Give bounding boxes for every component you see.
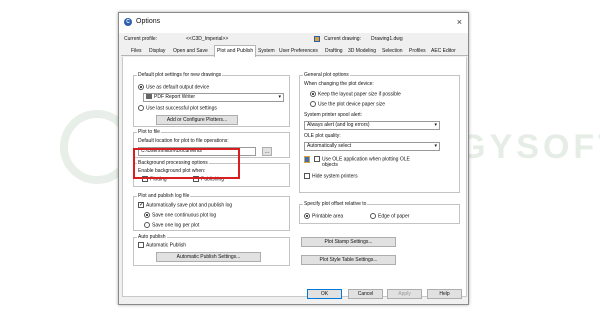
browse-button[interactable]: ...: [262, 147, 272, 156]
tab-user-preferences[interactable]: User Preferences: [279, 47, 318, 56]
ole-quality-select[interactable]: Automatically select ▾: [304, 142, 440, 151]
ole-app-icon: [304, 156, 310, 164]
use-default-device-option[interactable]: Use as default output device: [138, 84, 209, 91]
use-device-paper-option[interactable]: Use the plot device paper size: [310, 101, 385, 108]
use-ole-application-label-cont: objects: [322, 162, 338, 168]
when-changing-device-label: When changing the plot device:: [304, 81, 374, 87]
group-title: Specify plot offset relative to: [303, 201, 368, 208]
auto-save-log-checkbox[interactable]: Automatically save plot and publish log: [138, 201, 232, 209]
printable-area-option[interactable]: Printable area: [304, 213, 343, 220]
current-profile-value: <<C3D_Imperial>>: [186, 36, 229, 42]
radio-icon[interactable]: [144, 212, 150, 218]
group-title: Plot and publish log file: [137, 193, 191, 200]
current-drawing-value: Drawing1.dwg: [371, 36, 403, 42]
radio-icon[interactable]: [310, 91, 316, 97]
one-continuous-log-option[interactable]: Save one continuous plot log: [144, 212, 216, 219]
checkbox-icon[interactable]: [138, 201, 144, 209]
edge-of-paper-option[interactable]: Edge of paper: [370, 213, 409, 220]
radio-icon[interactable]: [304, 213, 310, 219]
tab-open-and-save[interactable]: Open and Save: [173, 47, 208, 56]
plot-offset-group: Specify plot offset relative to Printabl…: [299, 201, 460, 224]
current-profile-label: Current profile:: [124, 36, 158, 42]
radio-icon[interactable]: [138, 84, 144, 90]
cancel-button[interactable]: Cancel: [348, 289, 383, 299]
checkbox-icon[interactable]: [304, 173, 310, 179]
chevron-down-icon: ▾: [434, 122, 437, 128]
plot-stamp-settings-button[interactable]: Plot Stamp Settings...: [301, 237, 396, 247]
add-configure-plotters-button[interactable]: Add or Configure Plotters...: [156, 115, 238, 125]
checkbox-icon[interactable]: [314, 156, 320, 162]
printer-icon: [146, 94, 152, 100]
tab-bar: Files Display Open and Save Plot and Pub…: [121, 45, 468, 57]
group-title: Plot to file: [137, 129, 161, 136]
tab-files[interactable]: Files: [131, 47, 142, 56]
automatic-publish-settings-button[interactable]: Automatic Publish Settings...: [156, 252, 261, 262]
chevron-down-icon: ▾: [434, 143, 437, 149]
spool-alert-label: System printer spool alert:: [304, 112, 363, 118]
ok-button[interactable]: OK: [307, 289, 342, 299]
tab-3d-modeling[interactable]: 3D Modeling: [348, 47, 376, 56]
tab-system[interactable]: System: [258, 47, 275, 56]
profile-row: Current profile: <<C3D_Imperial>> Curren…: [124, 36, 464, 45]
tab-drafting[interactable]: Drafting: [325, 47, 343, 56]
radio-icon[interactable]: [144, 222, 150, 228]
dialog-title: Options: [136, 18, 161, 25]
tab-profiles[interactable]: Profiles: [409, 47, 426, 56]
radio-icon[interactable]: [138, 105, 144, 111]
title-bar[interactable]: C Options ×: [119, 13, 468, 33]
plot-style-table-settings-button[interactable]: Plot Style Table Settings...: [301, 255, 396, 265]
chevron-down-icon: ▾: [278, 94, 281, 100]
apply-button[interactable]: Apply: [387, 289, 422, 299]
tab-plot-and-publish[interactable]: Plot and Publish: [214, 45, 257, 57]
one-log-per-plot-option[interactable]: Save one log per plot: [144, 222, 199, 229]
current-drawing-label: Current drawing:: [324, 36, 361, 42]
help-button[interactable]: Help: [427, 289, 462, 299]
radio-icon[interactable]: [370, 213, 376, 219]
ole-quality-label: OLE plot quality:: [304, 133, 341, 139]
tab-display[interactable]: Display: [149, 47, 165, 56]
checkbox-icon[interactable]: [138, 242, 144, 248]
close-button[interactable]: ×: [457, 16, 462, 28]
plot-location-label: Default location for plot to file operat…: [138, 138, 229, 144]
default-plot-settings-group: Default plot settings for new drawings U…: [133, 72, 290, 127]
hide-system-printers-checkbox[interactable]: Hide system printers: [304, 173, 358, 180]
group-title: General plot options: [303, 72, 350, 79]
spool-alert-select[interactable]: Always alert (and log errors) ▾: [304, 121, 440, 130]
background-processing-highlight: [133, 148, 240, 179]
automatic-publish-checkbox[interactable]: Automatic Publish: [138, 242, 186, 249]
auto-publish-group: Auto publish Automatic Publish Automatic…: [133, 234, 290, 266]
radio-icon[interactable]: [310, 101, 316, 107]
tab-selection[interactable]: Selection: [382, 47, 403, 56]
tab-aec-editor[interactable]: AEC Editor: [431, 47, 456, 56]
use-last-successful-option[interactable]: Use last successful plot settings: [138, 105, 217, 112]
plot-publish-log-group: Plot and publish log file Automatically …: [133, 193, 290, 231]
output-device-select[interactable]: PDF Report Writer ▾: [143, 93, 284, 102]
general-plot-options-group: General plot options When changing the p…: [299, 72, 460, 193]
group-title: Auto publish: [137, 234, 167, 241]
keep-layout-paper-option[interactable]: Keep the layout paper size if possible: [310, 91, 401, 98]
autocad-app-icon: C: [124, 18, 132, 26]
group-title: Default plot settings for new drawings: [137, 72, 223, 79]
